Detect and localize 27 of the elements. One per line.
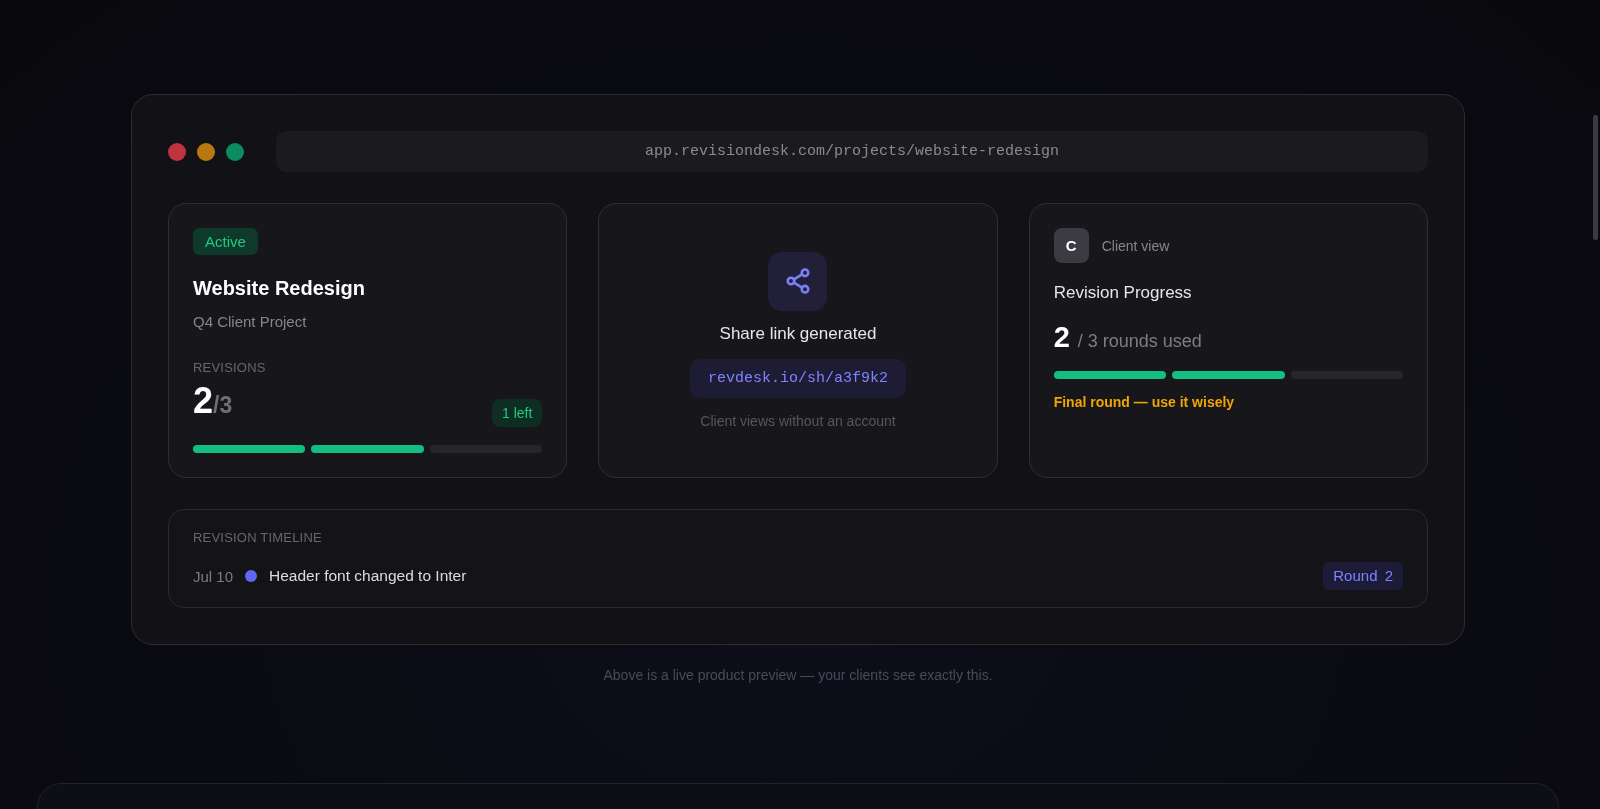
client-view-label: Client view [1101,237,1170,254]
client-avatar: C [1053,228,1089,263]
window-control-button[interactable] [168,142,186,161]
share-title: Share link generated [719,322,877,345]
entry-text: Header font changed to Inter [269,567,467,585]
final-round-warning: Final round — use it wisely [1053,393,1235,411]
scrollbar-thumb[interactable] [1593,115,1598,240]
entry-date: Jul 10 [193,567,234,585]
window-control-button[interactable] [226,142,244,161]
rounds-count: 2 [1053,320,1070,354]
rounds-total: / 3 rounds used [1077,331,1202,352]
project-subtitle: Q4 Client Project [193,312,307,332]
preview-caption: Above is a live product preview — your clients see exactly this. [603,666,993,684]
remaining-badge: 1 left [491,399,543,427]
address-field[interactable]: app.revisiondesk.com/projects/website-redesign [276,131,1428,172]
progress-title: Revision Progress [1053,282,1192,304]
project-title: Website Redesign [193,276,365,301]
revision-total: /3 [213,392,233,420]
share-link[interactable]: revdesk.io/sh/a3f9k2 [689,358,906,398]
timeline-title: REVISION TIMELINE [193,530,323,546]
round-badge: Round 2 [1323,562,1403,590]
revision-count: 2 [193,381,214,421]
window-control-button[interactable] [197,142,215,161]
revisions-label: REVISIONS [193,360,266,376]
status-badge: Active [193,228,258,255]
share-note: Client views without an account [700,411,896,430]
share-icon [768,251,828,311]
